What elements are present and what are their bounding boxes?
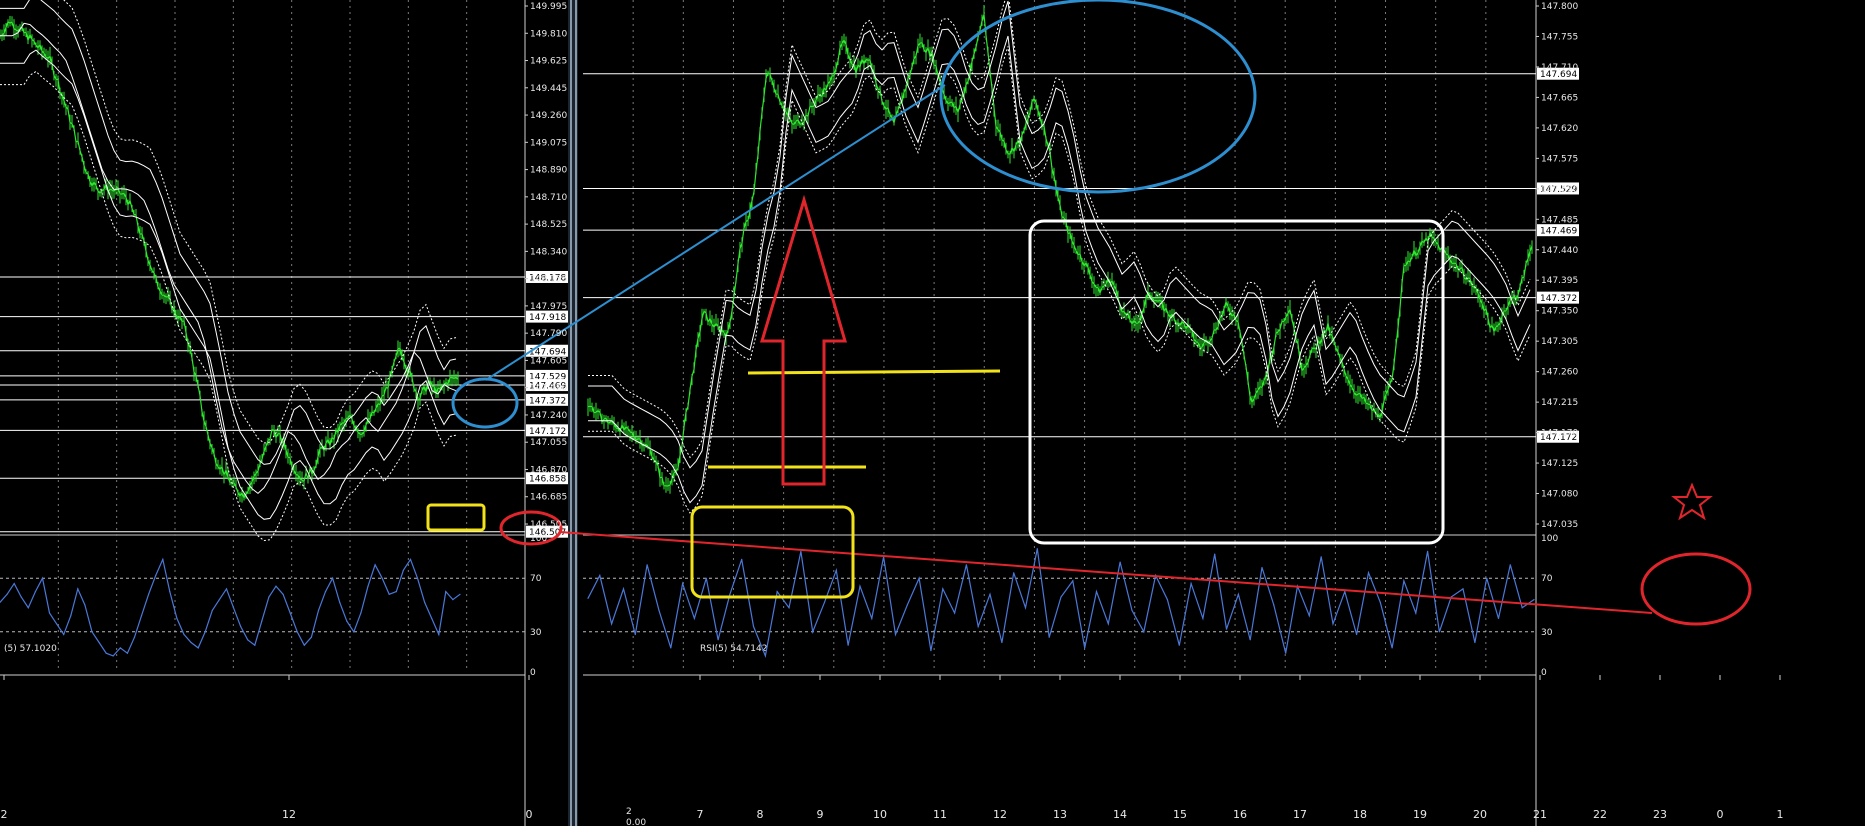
right-price-axis-label: 147.260 [1541, 368, 1578, 378]
right-time-label: 18 [1353, 808, 1367, 821]
right-price-axis-label: 147.665 [1541, 93, 1578, 103]
rsi-axis-label: 100 [530, 534, 547, 544]
left-price-axis-label: 147.975 [530, 302, 567, 312]
left-price-axis-label: 147.240 [530, 411, 567, 421]
right-price-axis-label: 147.125 [1541, 459, 1578, 469]
right-time-label: 21 [1533, 808, 1547, 821]
left-corner-label-top: 2 [626, 807, 632, 817]
right-time-label: 16 [1233, 808, 1247, 821]
left-price-axis-label: 149.810 [530, 29, 567, 39]
left-price-axis-label: 148.710 [530, 193, 567, 203]
right-time-label: 11 [933, 808, 947, 821]
panel-divider-line-a [570, 0, 572, 826]
left-price-axis-label: 146.870 [530, 465, 567, 475]
chart-workspace: (5) 57.1020 RSI(5) 54.7142 2 0.00 148.17… [0, 0, 1865, 826]
price-level-tag-label: 146.858 [529, 475, 566, 485]
left-price-axis-label: 149.075 [530, 138, 567, 148]
left-price-axis-label: 146.685 [530, 493, 567, 503]
left-price-axis-label: 149.445 [530, 84, 567, 94]
rsi-axis-label: 100 [1541, 534, 1558, 544]
left-price-axis-label: 148.525 [530, 220, 567, 230]
right-price-axis-label: 147.080 [1541, 490, 1578, 500]
left-price-axis-label: 149.995 [530, 2, 567, 12]
right-price-axis-label: 147.215 [1541, 398, 1578, 408]
price-level-tag-label: 147.372 [1540, 294, 1577, 304]
panel-divider-line-b [575, 0, 577, 826]
rsi-axis-label: 0 [1541, 668, 1547, 678]
left-price-axis-label: 147.055 [530, 438, 567, 448]
right-time-label: 10 [873, 808, 887, 821]
rsi-axis-label: 70 [530, 574, 542, 584]
right-time-label: 13 [1053, 808, 1067, 821]
left-time-label: 0 [526, 808, 533, 821]
rsi-axis-label: 30 [530, 628, 542, 638]
price-level-tag-label: 147.469 [1540, 227, 1577, 237]
right-price-axis-label: 147.620 [1541, 124, 1578, 134]
right-price-axis-label: 147.395 [1541, 276, 1578, 286]
right-time-label: 8 [757, 808, 764, 821]
left-price-axis-label: 148.890 [530, 166, 567, 176]
left-rsi-title: (5) 57.1020 [4, 644, 57, 654]
left-price-axis-label: 147.605 [530, 356, 567, 366]
right-price-axis-label: 147.170 [1541, 429, 1578, 439]
left-corner-label-bottom: 0.00 [626, 818, 646, 826]
left-time-label: 12 [282, 808, 296, 821]
left-price-axis-label: 146.505 [530, 520, 567, 530]
right-price-axis-label: 147.350 [1541, 307, 1578, 317]
right-time-label: 17 [1293, 808, 1307, 821]
left-price-axis-label: 147.790 [530, 329, 567, 339]
rsi-axis-label: 70 [1541, 574, 1553, 584]
right-time-label: 1 [1777, 808, 1784, 821]
right-price-axis-label: 147.800 [1541, 2, 1578, 12]
right-price-axis-label: 147.575 [1541, 154, 1578, 164]
right-time-label: 12 [993, 808, 1007, 821]
right-time-label: 19 [1413, 808, 1427, 821]
right-price-axis-label: 147.305 [1541, 337, 1578, 347]
price-level-tag-label: 147.172 [529, 427, 566, 437]
price-level-tag-label: 147.918 [529, 313, 566, 323]
right-time-label: 9 [817, 808, 824, 821]
right-time-label: 23 [1653, 808, 1667, 821]
right-time-label: 0 [1717, 808, 1724, 821]
right-time-label: 20 [1473, 808, 1487, 821]
right-price-axis-label: 147.710 [1541, 63, 1578, 73]
left-price-axis-label: 147.420 [530, 384, 567, 394]
yellow-level-line-upper [747, 369, 1001, 375]
rsi-axis-label: 30 [1541, 628, 1553, 638]
right-price-axis-label: 147.530 [1541, 185, 1578, 195]
left-price-axis-label: 148.155 [530, 275, 567, 285]
left-price-axis-label: 148.340 [530, 247, 567, 257]
left-price-axis-label: 149.625 [530, 57, 567, 67]
right-price-axis-label: 147.035 [1541, 520, 1578, 530]
right-price-axis-label: 147.755 [1541, 32, 1578, 42]
left-time-label: 2 [1, 808, 8, 821]
left-price-axis-label: 149.260 [530, 111, 567, 121]
right-time-label: 14 [1113, 808, 1127, 821]
right-time-label: 22 [1593, 808, 1607, 821]
rsi-axis-label: 0 [530, 668, 536, 678]
right-time-label: 7 [697, 808, 704, 821]
right-price-axis-label: 147.440 [1541, 246, 1578, 256]
price-level-tag-label: 147.372 [529, 396, 566, 406]
right-time-label: 15 [1173, 808, 1187, 821]
right-price-axis-label: 147.485 [1541, 215, 1578, 225]
